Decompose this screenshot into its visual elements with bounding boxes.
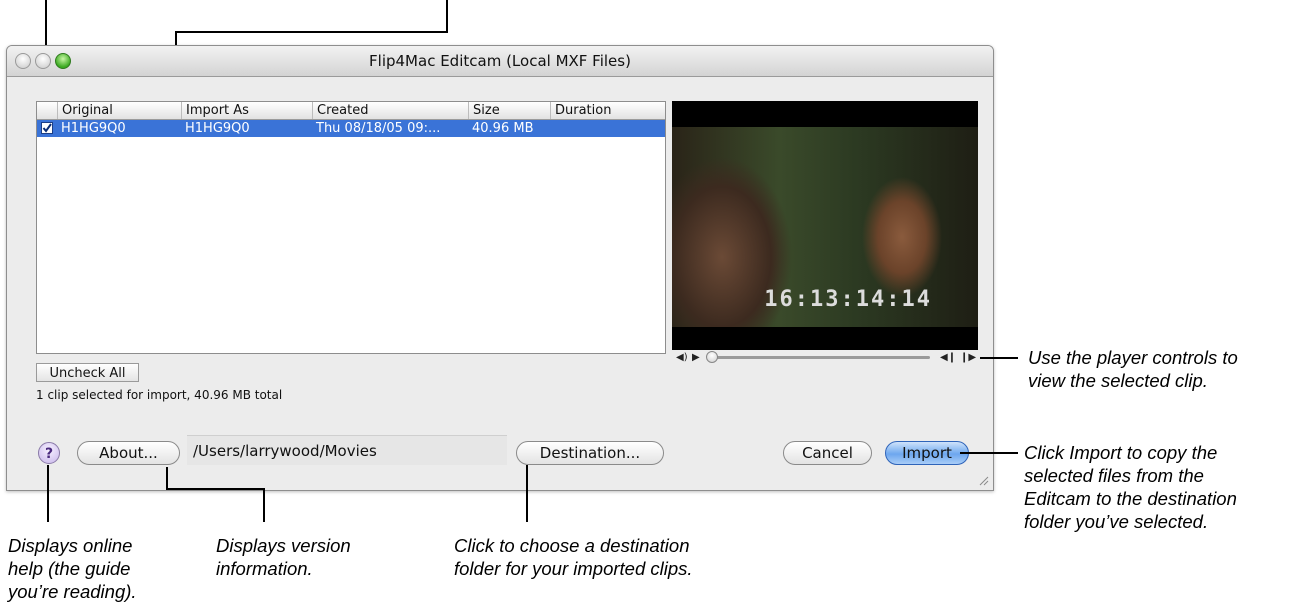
- annotation-about: Displays version information.: [216, 534, 351, 580]
- column-header-checkbox[interactable]: [37, 102, 57, 119]
- annotation-import-text: Click Import to copy the selected files …: [1024, 442, 1237, 532]
- cell-size: 40.96 MB: [472, 121, 534, 136]
- destination-path-field: /Users/larrywood/Movies: [187, 435, 507, 465]
- help-button[interactable]: ?: [38, 442, 60, 464]
- editcam-window: Flip4Mac Editcam (Local MXF Files) Origi…: [6, 45, 994, 491]
- callout-line-about-v2: [263, 488, 265, 522]
- about-button[interactable]: About...: [77, 441, 180, 465]
- play-icon[interactable]: ▶: [692, 352, 700, 364]
- scrubber-knob[interactable]: [706, 351, 718, 363]
- checkmark-icon: [42, 123, 52, 133]
- callout-line-destination: [526, 465, 528, 522]
- callout-line-player: [980, 357, 1018, 359]
- cell-original: H1HG9Q0: [61, 121, 126, 136]
- column-header-size[interactable]: Size: [468, 102, 550, 119]
- column-header-created[interactable]: Created: [312, 102, 468, 119]
- import-checkbox[interactable]: [41, 122, 53, 134]
- callout-line-import-as-v: [446, 0, 448, 33]
- column-header-duration[interactable]: Duration: [550, 102, 635, 119]
- resize-grip-icon[interactable]: [977, 474, 989, 486]
- step-back-icon[interactable]: ◀❙: [940, 352, 956, 364]
- destination-button[interactable]: Destination...: [516, 441, 664, 465]
- annotation-help-text: Displays online help (the guide you’re r…: [8, 535, 137, 602]
- callout-line-about-v1: [166, 467, 168, 490]
- annotation-import: Click Import to copy the selected files …: [1024, 441, 1237, 533]
- cell-created: Thu 08/18/05 09:...: [316, 121, 441, 136]
- window-title: Flip4Mac Editcam (Local MXF Files): [369, 52, 631, 70]
- uncheck-all-button[interactable]: Uncheck All: [36, 363, 139, 382]
- callout-line-about-h: [166, 488, 265, 490]
- annotation-player-text: Use the player controls to view the sele…: [1028, 347, 1238, 391]
- import-button[interactable]: Import: [885, 441, 969, 465]
- table-row[interactable]: H1HG9Q0 H1HG9Q0 Thu 08/18/05 09:... 40.9…: [37, 120, 665, 137]
- annotation-destination: Click to choose a destination folder for…: [454, 534, 693, 580]
- annotation-player-controls: Use the player controls to view the sele…: [1028, 346, 1238, 392]
- selection-status: 1 clip selected for import, 40.96 MB tot…: [36, 388, 283, 402]
- callout-line-help: [47, 465, 49, 522]
- timecode: 16:13:14:14: [764, 287, 932, 312]
- player-controls: ◀) ▶ ◀❙ ❙▶: [672, 351, 978, 365]
- table-header: Original Import As Created Size Duration: [37, 102, 665, 120]
- column-header-original[interactable]: Original: [57, 102, 181, 119]
- title-bar[interactable]: Flip4Mac Editcam (Local MXF Files): [7, 46, 993, 77]
- callout-line-import: [960, 452, 1018, 454]
- cell-duration: [550, 120, 635, 137]
- clip-table[interactable]: Original Import As Created Size Duration…: [36, 101, 666, 354]
- scrubber-track[interactable]: [710, 356, 930, 359]
- annotation-help: Displays online help (the guide you’re r…: [8, 534, 137, 603]
- cancel-button[interactable]: Cancel: [783, 441, 872, 465]
- callout-line-import-as-h: [175, 31, 448, 33]
- video-preview: 16:13:14:14: [672, 101, 978, 350]
- column-header-import-as[interactable]: Import As: [181, 102, 312, 119]
- volume-icon[interactable]: ◀): [676, 352, 688, 364]
- cell-import-as[interactable]: H1HG9Q0: [181, 120, 312, 137]
- step-forward-icon[interactable]: ❙▶: [960, 352, 976, 364]
- annotation-about-text: Displays version information.: [216, 535, 351, 579]
- annotation-destination-text: Click to choose a destination folder for…: [454, 535, 693, 579]
